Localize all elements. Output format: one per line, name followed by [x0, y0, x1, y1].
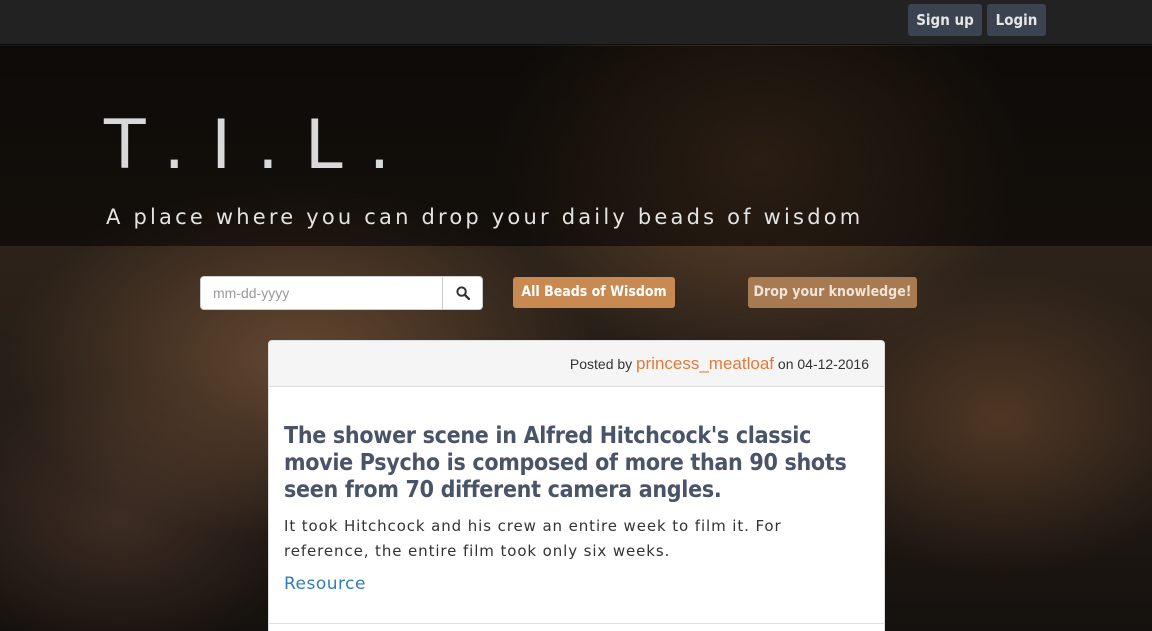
search-icon [455, 286, 470, 300]
post-card: Posted by princess_meatloaf on 04-12-201… [268, 340, 885, 631]
post-body: It took Hitchcock and his crew an entire… [284, 517, 782, 560]
login-button[interactable]: Login [987, 4, 1046, 36]
site-title: T.I.L. [104, 106, 417, 185]
date-search-group [200, 276, 483, 310]
post-author-link[interactable]: princess_meatloaf [636, 354, 774, 373]
post-card-header: Posted by princess_meatloaf on 04-12-201… [269, 341, 884, 387]
site-subtitle: A place where you can drop your daily be… [106, 205, 864, 229]
date-search-input[interactable] [201, 277, 442, 309]
post-date: 04-12-2016 [797, 356, 869, 372]
hero-banner: T.I.L. A place where you can drop your d… [0, 46, 1152, 246]
search-button[interactable] [442, 277, 482, 309]
post-card-body: The shower scene in Alfred Hitchcock's c… [269, 387, 884, 594]
top-navbar: Sign up Login [0, 0, 1152, 45]
drop-knowledge-button[interactable]: Drop your knowledge! [748, 277, 917, 308]
post-title: The shower scene in Alfred Hitchcock's c… [284, 423, 847, 503]
posted-on-label: on [777, 356, 794, 372]
signup-button[interactable]: Sign up [908, 4, 982, 36]
all-beads-button[interactable]: All Beads of Wisdom [513, 277, 675, 308]
posted-by-label: Posted by [569, 356, 633, 372]
resource-link[interactable]: Resource [284, 574, 366, 594]
card-divider [269, 623, 884, 624]
